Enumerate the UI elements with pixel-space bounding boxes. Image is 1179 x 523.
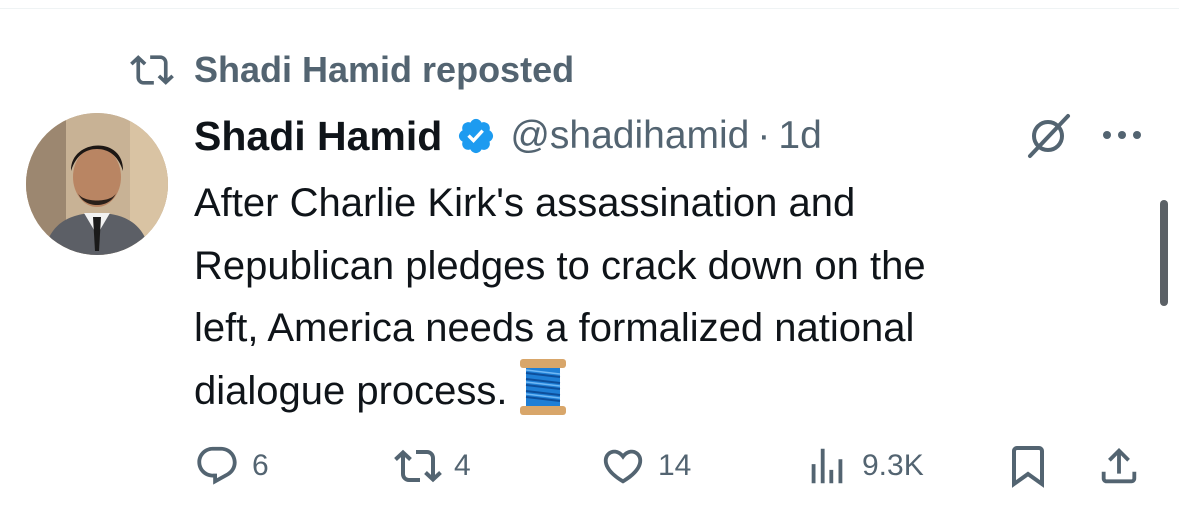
reply-button[interactable]: 6 xyxy=(194,440,269,492)
share-icon xyxy=(1096,443,1142,489)
like-icon xyxy=(600,443,646,489)
share-button[interactable] xyxy=(1096,440,1142,492)
repost-icon xyxy=(130,48,174,92)
tweet-line-last: dialogue process. xyxy=(194,357,1124,423)
views-icon xyxy=(804,443,850,489)
tweet-text: After Charlie Kirk's assassination and R… xyxy=(194,172,1124,423)
repost-button[interactable]: 4 xyxy=(394,440,471,492)
timestamp[interactable]: 1d xyxy=(778,114,821,158)
spool-emoji-icon xyxy=(518,357,568,417)
tweet-line: dialogue process. xyxy=(194,368,508,413)
reply-icon xyxy=(194,443,240,489)
repost-context[interactable]: Shadi Hamid reposted xyxy=(130,48,574,92)
reply-count: 6 xyxy=(252,449,269,482)
verified-badge-icon[interactable] xyxy=(456,116,496,156)
bookmark-icon xyxy=(1004,442,1052,490)
views-button[interactable]: 9.3K xyxy=(804,440,924,492)
action-bar: 6 4 14 9.3K xyxy=(194,440,1154,492)
like-count: 14 xyxy=(658,449,692,482)
scrollbar[interactable] xyxy=(1160,200,1168,306)
avatar[interactable] xyxy=(26,113,168,255)
bookmark-button[interactable] xyxy=(1004,440,1052,492)
repost-count: 4 xyxy=(454,449,471,482)
separator-dot: · xyxy=(757,114,771,157)
author-name[interactable]: Shadi Hamid xyxy=(194,113,442,160)
tweet-line: Republican pledges to crack down on the xyxy=(194,243,926,288)
tweet-line: After Charlie Kirk's assassination and xyxy=(194,181,856,225)
repost-icon xyxy=(394,442,442,490)
grok-icon[interactable] xyxy=(1022,110,1074,162)
repost-label: Shadi Hamid reposted xyxy=(194,49,575,90)
like-button[interactable]: 14 xyxy=(600,440,691,492)
tweet-line: left, America needs a formalized nationa… xyxy=(194,306,915,350)
more-icon[interactable] xyxy=(1098,118,1146,152)
author-row: Shadi Hamid @shadihamid · 1d xyxy=(194,108,822,164)
top-divider xyxy=(0,8,1179,9)
views-count: 9.3K xyxy=(862,449,924,482)
author-handle[interactable]: @shadihamid xyxy=(510,114,749,158)
